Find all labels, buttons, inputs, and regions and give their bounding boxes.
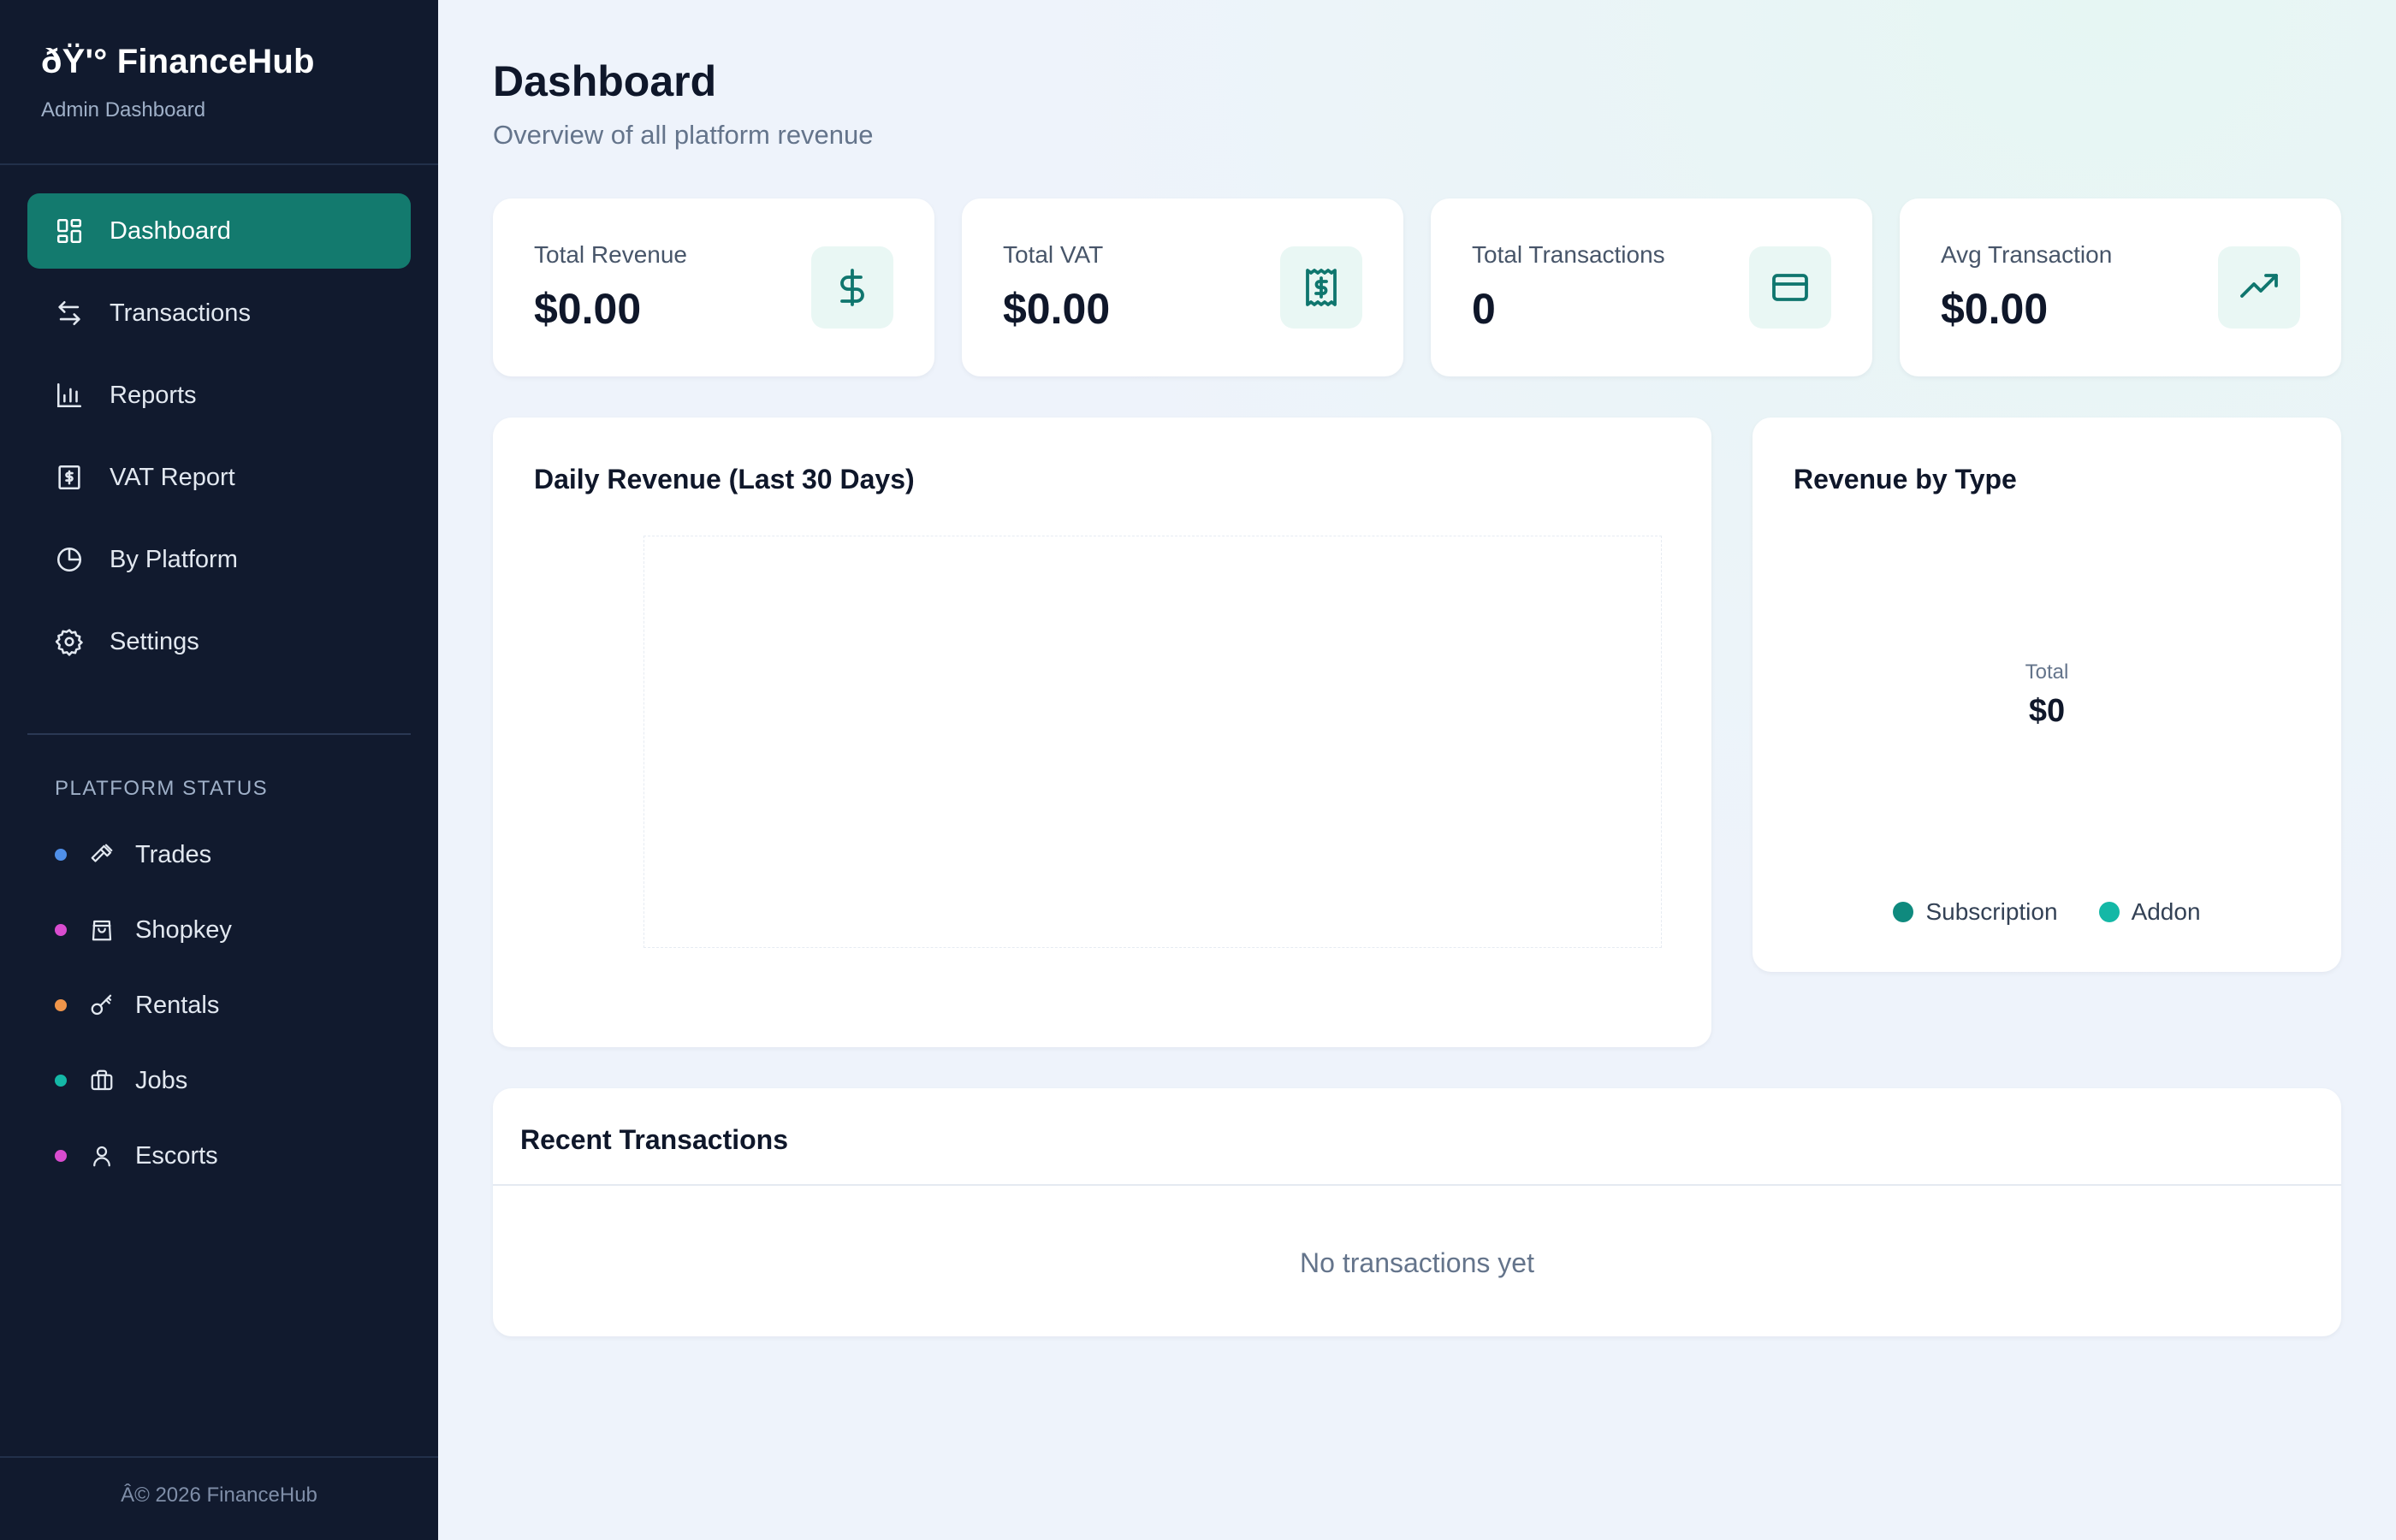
platform-status-jobs[interactable]: Jobs (55, 1043, 414, 1118)
stat-label: Total Revenue (534, 241, 688, 268)
legend-item-addon[interactable]: Addon (2098, 898, 2201, 926)
status-dot (55, 999, 67, 1011)
sidebar-divider (0, 1456, 438, 1458)
platform-status-label: Rentals (135, 991, 220, 1019)
stat-value: 0 (1472, 285, 1496, 333)
platform-status-label: Shopkey (135, 915, 232, 944)
legend-label: Addon (2131, 898, 2201, 925)
sidebar-item-label: Dashboard (110, 216, 231, 245)
daily-revenue-title: Daily Revenue (Last 30 Days) (534, 464, 915, 495)
status-dot (55, 1150, 67, 1162)
receipt-icon (58, 465, 80, 490)
revenue-by-type-legend: Subscription Addon (1753, 898, 2341, 926)
sidebar: ðŸ'° FinanceHub Admin Dashboard Dashboar… (0, 0, 438, 1540)
revenue-by-type-card: Revenue by Type Total $0 Subscription Ad… (1753, 418, 2341, 972)
platform-status-label: Escorts (135, 1141, 218, 1170)
stat-card-total-vat: Total VAT $0.00 (962, 198, 1403, 376)
platform-status-list: Trades Shopkey Rentals Jobs Escorts (55, 817, 414, 1194)
platform-status-label: Jobs (135, 1066, 188, 1094)
stat-label: Total VAT (1003, 241, 1104, 268)
stat-icon-box (1749, 246, 1831, 329)
sidebar-item-label: Transactions (110, 299, 251, 327)
dollar-icon (840, 269, 864, 306)
main-content: Dashboard Overview of all platform reven… (438, 0, 2396, 1540)
stat-value: $0.00 (1003, 285, 1111, 333)
donut-total-value: $0 (2028, 693, 2066, 729)
daily-revenue-chart-area (643, 536, 1662, 948)
sidebar-item-dashboard[interactable]: Dashboard (27, 193, 411, 269)
arrows-swap-icon (58, 300, 80, 326)
sidebar-item-label: VAT Report (110, 463, 235, 491)
bar-chart-icon (56, 382, 82, 408)
key-icon (91, 994, 112, 1016)
stat-card-total-revenue: Total Revenue $0.00 (493, 198, 934, 376)
recent-transactions-card: Recent Transactions No transactions yet (493, 1088, 2341, 1336)
sidebar-item-settings[interactable]: Settings (27, 604, 411, 679)
legend-label: Subscription (1925, 898, 2058, 925)
stat-card-avg-transaction: Avg Transaction $0.00 (1900, 198, 2341, 376)
briefcase-icon (91, 1069, 113, 1091)
brand-title: ðŸ'° FinanceHub (41, 43, 315, 80)
legend-item-subscription[interactable]: Subscription (1893, 898, 2058, 926)
credit-card-icon (1772, 274, 1808, 301)
platform-status-heading: PLATFORM STATUS (55, 777, 269, 800)
sidebar-item-label: Settings (110, 627, 199, 655)
shopping-bag-icon (92, 920, 112, 941)
sidebar-item-reports[interactable]: Reports (27, 358, 411, 433)
recent-transactions-title: Recent Transactions (520, 1124, 788, 1155)
sidebar-item-label: Reports (110, 381, 197, 409)
page-subtitle: Overview of all platform revenue (493, 120, 874, 150)
brand-subtitle: Admin Dashboard (41, 98, 206, 121)
stat-icon-box (2218, 246, 2300, 329)
sidebar-item-transactions[interactable]: Transactions (27, 275, 411, 351)
stat-icon-box (811, 246, 893, 329)
donut-total-label: Total (2025, 660, 2069, 684)
sidebar-footer: Â© 2026 FinanceHub (121, 1484, 317, 1507)
dashboard-grid-icon (56, 218, 82, 244)
sidebar-item-vat-report[interactable]: VAT Report (27, 440, 411, 515)
stat-value: $0.00 (534, 285, 642, 333)
status-dot (55, 1075, 67, 1087)
revenue-by-type-title: Revenue by Type (1794, 464, 2017, 495)
legend-swatch (2098, 902, 2120, 922)
stat-icon-box (1280, 246, 1362, 329)
stat-value: $0.00 (1941, 285, 2049, 333)
legend-swatch (1893, 902, 1914, 922)
user-icon (93, 1146, 110, 1167)
status-dot (55, 924, 67, 936)
hammer-icon (91, 844, 113, 862)
receipt-dollar-icon (1306, 269, 1337, 306)
sidebar-item-label: By Platform (110, 545, 238, 573)
page-title: Dashboard (493, 57, 717, 105)
pie-chart-icon (56, 547, 82, 572)
platform-status-shopkey[interactable]: Shopkey (55, 892, 414, 968)
stat-card-total-transactions: Total Transactions 0 (1431, 198, 1872, 376)
platform-status-rentals[interactable]: Rentals (55, 968, 414, 1043)
sidebar-divider (27, 733, 411, 735)
brand: ðŸ'° FinanceHub Admin Dashboard (41, 43, 315, 122)
trending-up-icon (2240, 274, 2278, 298)
daily-revenue-card: Daily Revenue (Last 30 Days) (493, 418, 1711, 1047)
recent-transactions-empty-state: No transactions yet (1300, 1247, 1534, 1278)
status-dot (55, 849, 67, 861)
sidebar-item-by-platform[interactable]: By Platform (27, 522, 411, 597)
stat-label: Total Transactions (1472, 241, 1665, 268)
platform-status-label: Trades (135, 840, 212, 868)
stat-label: Avg Transaction (1941, 241, 2113, 268)
sidebar-nav: Dashboard Transactions Reports VAT Repor… (27, 193, 411, 686)
platform-status-escorts[interactable]: Escorts (55, 1118, 414, 1194)
recent-transactions-divider (493, 1184, 2341, 1186)
platform-status-trades[interactable]: Trades (55, 817, 414, 892)
sidebar-divider (0, 163, 438, 165)
gear-icon (55, 629, 83, 656)
